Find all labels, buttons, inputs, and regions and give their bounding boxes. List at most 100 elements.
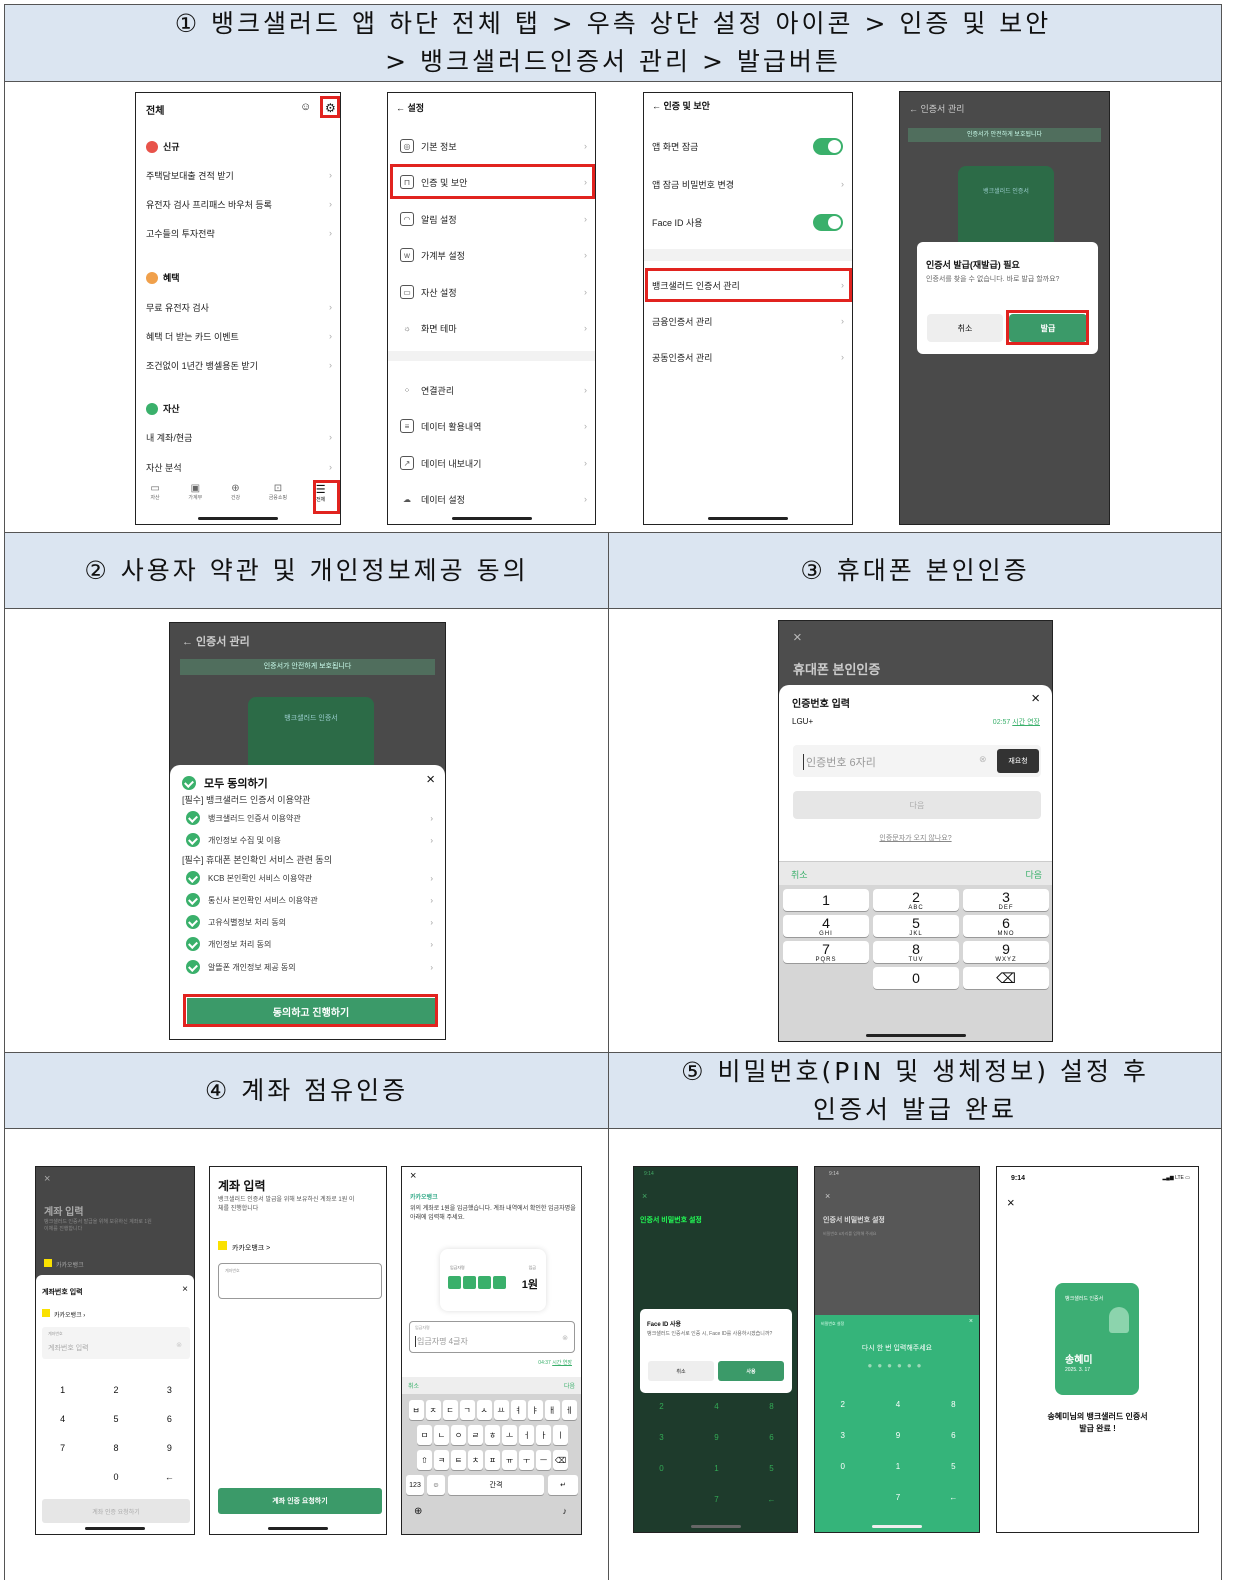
keyboard-key[interactable]: ㅋ — [434, 1450, 449, 1470]
keypad-key[interactable]: 1 — [36, 1375, 89, 1404]
keypad-key[interactable]: 8 — [744, 1391, 797, 1422]
keyboard-key[interactable]: ㅔ — [561, 1400, 577, 1420]
menu-item[interactable]: 자산 분석 › — [136, 459, 340, 475]
keypad-key[interactable]: 2 — [634, 1391, 689, 1422]
keypad-key[interactable]: 8 — [926, 1389, 979, 1420]
agree-all[interactable]: 모두 동의하기 — [182, 775, 268, 791]
page-title[interactable]: ← 인증 및 보안 — [652, 99, 710, 112]
keypad-key[interactable]: 3 — [143, 1375, 194, 1404]
keypad-key[interactable]: ← — [744, 1484, 797, 1515]
keypad-key[interactable]: 1 — [870, 1451, 925, 1482]
keypad-key[interactable]: 2 — [815, 1389, 870, 1420]
keyboard-key[interactable]: ㄹ — [468, 1425, 483, 1445]
settings-item[interactable]: w 가계부 설정 › — [388, 246, 595, 264]
keypad-key[interactable]: 4 — [870, 1389, 925, 1420]
settings-item[interactable]: ☁ 데이터 설정 › — [388, 490, 595, 508]
emoji-icon[interactable]: ☺ — [427, 1475, 445, 1495]
tab-shopping[interactable]: ⊡ 금융쇼핑 — [269, 483, 287, 513]
extend-link[interactable]: 시간 연장 — [552, 1360, 572, 1366]
keyboard-key[interactable]: ㅡ — [536, 1450, 551, 1470]
keyboard-key[interactable]: ㅁ — [417, 1425, 432, 1445]
settings-item[interactable]: ◠ 알림 설정 › — [388, 210, 595, 228]
security-item[interactable]: Face ID 사용 — [644, 213, 852, 231]
keypad-key[interactable]: 9 WXYZ — [963, 941, 1049, 963]
keyboard-key[interactable]: ㅂ — [408, 1400, 424, 1420]
keyboard-key[interactable]: ㅅ — [476, 1400, 492, 1420]
keypad-key[interactable]: 6 — [143, 1404, 194, 1433]
key-space[interactable]: 간격 — [448, 1475, 544, 1495]
terms-item[interactable]: KCB 본인확인 서비스 이용약관 › — [186, 871, 433, 885]
keyboard-key[interactable]: ⌫ — [553, 1450, 568, 1470]
keypad-key[interactable]: 5 — [744, 1453, 797, 1484]
globe-icon[interactable]: ⊕ — [414, 1506, 422, 1517]
keyboard-key[interactable]: ㅏ — [536, 1425, 551, 1445]
clear-icon[interactable]: ⊗ — [562, 1334, 568, 1342]
key-return[interactable]: ↵ — [548, 1475, 578, 1495]
settings-item[interactable]: ☼ 화면 테마 › — [388, 319, 595, 337]
keyboard-key[interactable]: ㅊ — [468, 1450, 483, 1470]
request-button[interactable]: 계좌 인증 요청하기 — [218, 1488, 382, 1514]
next-button[interactable]: 다음 — [793, 791, 1041, 819]
keyboard-key[interactable]: ⇧ — [417, 1450, 432, 1470]
resend-button[interactable]: 재요청 — [997, 749, 1039, 773]
settings-item[interactable]: ≡ 데이터 활용내역 › — [388, 417, 595, 435]
keypad-next[interactable]: 다음 — [1025, 868, 1042, 881]
close-icon[interactable]: × — [1031, 690, 1040, 707]
keypad-key[interactable]: 3 — [815, 1420, 870, 1451]
security-item[interactable]: 앱 화면 잠금 — [644, 137, 852, 155]
tab-health[interactable]: ⊕ 건강 — [231, 483, 240, 513]
keypad-key[interactable]: 3 DEF — [963, 889, 1049, 911]
keypad-key[interactable]: 7 — [870, 1482, 925, 1513]
keypad-key[interactable]: 5 — [89, 1404, 142, 1433]
keypad-key[interactable]: ← — [926, 1482, 979, 1513]
mic-icon[interactable]: ♪ — [563, 1506, 568, 1516]
close-icon[interactable]: × — [825, 1191, 830, 1201]
extend-link[interactable]: 시간 연장 — [1012, 719, 1040, 726]
depositor-input[interactable]: 입금자명 입금자명 4글자 ⊗ — [409, 1321, 575, 1353]
keypad-key[interactable]: ← — [143, 1462, 194, 1491]
keyboard-key[interactable]: ㅈ — [425, 1400, 441, 1420]
terms-item[interactable]: 고유식별정보 처리 동의 › — [186, 915, 433, 929]
account-input[interactable]: 계좌번호 — [218, 1263, 382, 1299]
terms-item[interactable]: 개인정보 처리 동의 › — [186, 937, 433, 951]
keypad-key[interactable]: 0 — [873, 967, 959, 989]
settings-item[interactable]: ↗ 데이터 내보내기 › — [388, 454, 595, 472]
close-icon[interactable]: × — [410, 1170, 416, 1182]
menu-item[interactable]: 유전자 검사 프리패스 바우처 등록 › — [136, 196, 340, 212]
cancel-button[interactable]: 취소 — [927, 314, 1003, 342]
keyboard-key[interactable]: ㅛ — [493, 1400, 509, 1420]
page-title[interactable]: ← 설정 — [396, 101, 424, 114]
tab-ledger[interactable]: ▣ 가계부 — [188, 483, 202, 513]
keypad-key[interactable]: 1 — [783, 889, 869, 911]
keypad-key[interactable]: 6 — [926, 1420, 979, 1451]
keypad-key[interactable]: 6 — [744, 1422, 797, 1453]
keypad-cancel[interactable]: 취소 — [791, 868, 808, 881]
keypad-key[interactable]: 4 — [689, 1391, 744, 1422]
terms-item[interactable]: 통신사 본인확인 서비스 이용약관 › — [186, 893, 433, 907]
keypad-key[interactable]: 0 — [815, 1451, 870, 1482]
close-icon[interactable]: × — [182, 1284, 188, 1295]
settings-item[interactable]: ◎ 기본 정보 › — [388, 137, 595, 155]
keypad-key[interactable]: 4 — [36, 1404, 89, 1433]
keyboard-key[interactable]: ㄷ — [442, 1400, 458, 1420]
menu-item[interactable]: 내 계좌/현금 › — [136, 429, 340, 445]
close-icon[interactable]: × — [969, 1318, 973, 1325]
page-title[interactable]: ← 인증서 관리 — [182, 633, 250, 649]
keyboard-key[interactable]: ㅍ — [485, 1450, 500, 1470]
bank-select[interactable]: 카카오뱅크 > — [218, 1241, 270, 1253]
toggle-switch[interactable] — [813, 137, 843, 155]
security-item[interactable]: 공동인증서 관리 › — [644, 348, 852, 366]
toggle-switch[interactable] — [813, 213, 843, 231]
keypad-key[interactable]: 9 — [143, 1433, 194, 1462]
face-icon[interactable]: ☺ — [300, 101, 311, 113]
account-input[interactable]: 계좌번호 계좌번호 입력 ⊗ — [42, 1327, 190, 1359]
keyboard-key[interactable]: ㅠ — [502, 1450, 517, 1470]
close-icon[interactable]: × — [44, 1173, 50, 1185]
menu-item[interactable]: 혜택 더 받는 카드 이벤트 › — [136, 328, 340, 344]
clear-icon[interactable]: ⊗ — [176, 1341, 182, 1349]
keypad-key[interactable]: 4 GHI — [783, 915, 869, 937]
terms-item[interactable]: 뱅크샐러드 인증서 이용약관 › — [186, 811, 433, 825]
no-sms-link[interactable]: 인증문자가 오지 않나요? — [779, 833, 1052, 843]
settings-item[interactable]: ⁘ 연결관리 › — [388, 381, 595, 399]
keypad-key[interactable]: 9 — [870, 1420, 925, 1451]
